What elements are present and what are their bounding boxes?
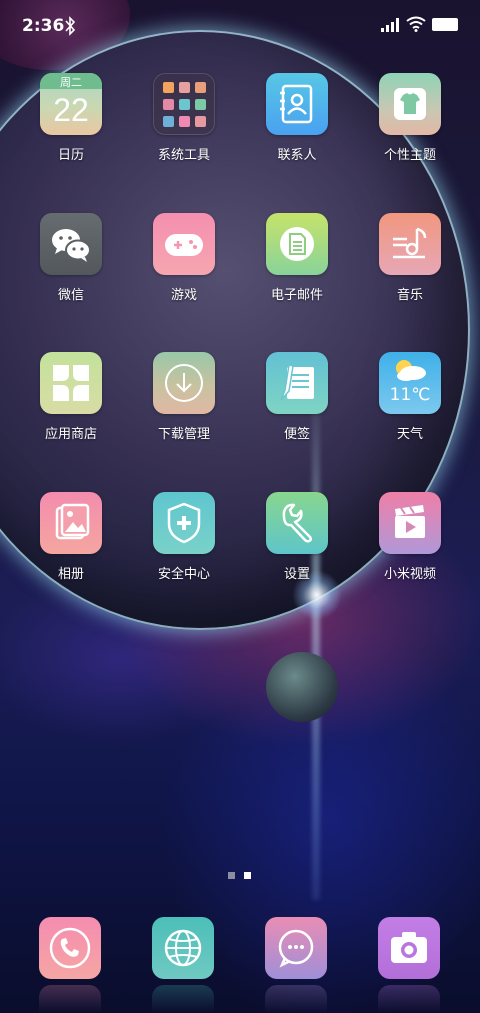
page-indicator (228, 872, 258, 880)
wrench-icon (266, 492, 328, 554)
app-label: 系统工具 (157, 148, 210, 163)
app-label: 个性主题 (383, 148, 436, 163)
app-label: 应用商店 (44, 427, 97, 442)
dock-reflection (152, 985, 214, 1013)
dock-reflection (378, 985, 440, 1013)
gamepad-icon (153, 213, 215, 275)
folder-icon (153, 73, 215, 135)
app-label: 微信 (57, 288, 84, 303)
dock-browser[interactable] (152, 917, 214, 979)
dock-reflection (265, 985, 327, 1013)
app-label: 音乐 (396, 288, 423, 303)
app-email[interactable]: 电子邮件 (247, 213, 347, 303)
app-weather[interactable]: 11℃ 天气 (360, 352, 460, 442)
folder-mini-icons (163, 82, 206, 127)
wifi-icon (406, 16, 426, 32)
contacts-icon (266, 73, 328, 135)
camera-icon (391, 932, 427, 963)
app-label: 小米视频 (383, 567, 436, 582)
wallpaper-light-beam (312, 380, 320, 900)
music-icon (379, 213, 441, 275)
app-label: 相册 (57, 567, 84, 582)
app-music[interactable]: 音乐 (360, 213, 460, 303)
page-dot-1[interactable] (228, 872, 235, 879)
app-label: 日历 (57, 148, 84, 163)
notes-icon (266, 352, 328, 414)
wechat-icon (40, 213, 102, 275)
app-calendar[interactable]: 周二 22 日历 (21, 73, 121, 163)
app-label: 便签 (283, 427, 310, 442)
download-icon (153, 352, 215, 414)
app-store[interactable]: 应用商店 (21, 352, 121, 442)
app-themes[interactable]: 个性主题 (360, 73, 460, 163)
dock-reflection (39, 985, 101, 1013)
battery-icon (432, 18, 458, 31)
app-notes[interactable]: 便签 (247, 352, 347, 442)
app-system-tools-folder[interactable]: 系统工具 (134, 73, 234, 163)
app-security[interactable]: 安全中心 (134, 492, 234, 582)
email-icon (266, 213, 328, 275)
app-label: 联系人 (277, 148, 317, 163)
phone-icon (49, 927, 91, 969)
app-label: 天气 (396, 427, 423, 442)
video-icon (379, 492, 441, 554)
app-contacts[interactable]: 联系人 (247, 73, 347, 163)
wallpaper-moon (266, 652, 338, 722)
signal-icon (381, 18, 399, 32)
messages-icon (278, 929, 314, 968)
browser-icon (164, 929, 202, 967)
calendar-weekday: 周二 (60, 76, 82, 89)
dock-messages[interactable] (265, 917, 327, 979)
shield-icon (153, 492, 215, 554)
app-settings[interactable]: 设置 (247, 492, 347, 582)
app-wechat[interactable]: 微信 (21, 213, 121, 303)
app-store-icon (40, 352, 102, 414)
app-games[interactable]: 游戏 (134, 213, 234, 303)
app-downloads[interactable]: 下载管理 (134, 352, 234, 442)
app-label: 设置 (283, 567, 310, 582)
status-time: 2:36 (22, 16, 65, 36)
app-label: 下载管理 (157, 427, 210, 442)
app-label: 电子邮件 (270, 288, 323, 303)
calendar-day: 22 (53, 92, 89, 128)
status-bar: 2:36 (0, 0, 480, 52)
bluetooth-icon (65, 16, 76, 36)
weather-icon: 11℃ (379, 352, 441, 414)
page-dot-2-active[interactable] (244, 872, 251, 879)
app-mi-video[interactable]: 小米视频 (360, 492, 460, 582)
app-label: 安全中心 (157, 567, 210, 582)
weather-temperature: 11℃ (389, 385, 431, 405)
theme-shirt-icon (379, 73, 441, 135)
calendar-icon: 周二 22 (40, 73, 102, 135)
app-gallery[interactable]: 相册 (21, 492, 121, 582)
app-label: 游戏 (170, 288, 197, 303)
dock-camera[interactable] (378, 917, 440, 979)
dock-phone[interactable] (39, 917, 101, 979)
gallery-icon (40, 492, 102, 554)
